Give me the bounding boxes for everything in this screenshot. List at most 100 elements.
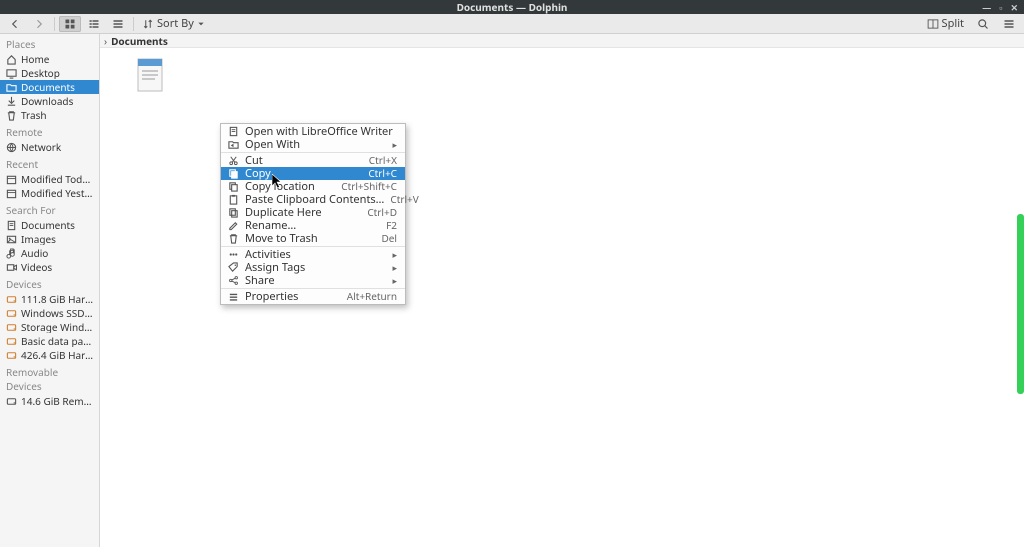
content-area: › Documents Open with LibreOffice Writer…	[100, 34, 1024, 547]
sort-by-label: Sort By	[157, 16, 194, 31]
sidebar-item-label: Downloads	[21, 95, 73, 107]
sidebar-item-label: Windows SSD storage	[21, 307, 93, 319]
menu-item-open-with[interactable]: Open With▸	[221, 138, 405, 151]
sidebar-item-windows-ssd-storage[interactable]: Windows SSD storage	[0, 306, 99, 320]
hdd-icon	[6, 294, 17, 305]
sidebar-item-111-8-gib-hard-drive[interactable]: 111.8 GiB Hard Drive	[0, 292, 99, 306]
sidebar-item-trash[interactable]: Trash	[0, 108, 99, 122]
sidebar-item-label: Storage Windows	[21, 321, 93, 333]
sidebar-item-label: Modified Yesterday	[21, 187, 93, 199]
clock-icon	[6, 188, 17, 199]
sidebar-section-places: Places	[0, 34, 99, 52]
open-icon	[227, 139, 239, 151]
doc-icon	[227, 126, 239, 138]
menu-item-label: Move to Trash	[245, 232, 375, 245]
scrollbar[interactable]	[1017, 214, 1024, 394]
sidebar-item-storage-windows[interactable]: Storage Windows	[0, 320, 99, 334]
sidebar-section-remote: Remote	[0, 122, 99, 140]
toolbar-separator	[54, 17, 55, 31]
minimize-button[interactable]: —	[980, 1, 993, 14]
submenu-arrow-icon: ▸	[392, 274, 397, 287]
network-icon	[6, 142, 17, 153]
image-icon	[6, 234, 17, 245]
icons-view-button[interactable]	[59, 16, 81, 32]
search-button[interactable]	[972, 16, 994, 32]
sidebar-item-videos[interactable]: Videos	[0, 260, 99, 274]
sidebar-item-images[interactable]: Images	[0, 232, 99, 246]
sidebar-item-documents[interactable]: Documents	[0, 80, 99, 94]
back-button[interactable]	[4, 16, 26, 32]
duplicate-icon	[227, 207, 239, 219]
sidebar-item-label: 426.4 GiB Hard Drive	[21, 349, 93, 361]
sidebar-item-network[interactable]: Network	[0, 140, 99, 154]
usb-icon	[6, 396, 17, 407]
sidebar-item-label: Basic data partition	[21, 335, 93, 347]
properties-icon	[227, 291, 239, 303]
menu-item-move-to-trash[interactable]: Move to TrashDel	[221, 232, 405, 245]
sort-by-button[interactable]: Sort By	[138, 14, 209, 33]
titlebar: Documents — Dolphin — ▫ ✕	[0, 0, 1024, 14]
sidebar-item-426-4-gib-hard-drive[interactable]: 426.4 GiB Hard Drive	[0, 348, 99, 362]
sidebar-item-downloads[interactable]: Downloads	[0, 94, 99, 108]
sidebar-item-modified-yesterday[interactable]: Modified Yesterday	[0, 186, 99, 200]
activities-icon	[227, 249, 239, 261]
breadcrumb-location[interactable]: Documents	[111, 34, 168, 48]
sidebar-item-modified-today[interactable]: Modified Today	[0, 172, 99, 186]
paste-icon	[227, 194, 239, 206]
sidebar-item-14-6-gib-removable-media[interactable]: 14.6 GiB Removable Media	[0, 394, 99, 408]
video-icon	[6, 262, 17, 273]
sidebar-item-label: Videos	[21, 261, 52, 273]
copy-icon	[227, 168, 239, 180]
sidebar-item-desktop[interactable]: Desktop	[0, 66, 99, 80]
breadcrumb-arrow: ›	[104, 34, 107, 48]
maximize-button[interactable]: ▫	[997, 1, 1004, 14]
share-icon	[227, 275, 239, 287]
close-button[interactable]: ✕	[1008, 1, 1020, 14]
forward-button[interactable]	[28, 16, 50, 32]
file-item[interactable]	[118, 58, 182, 92]
sidebar-item-label: Audio	[21, 247, 48, 259]
sidebar-item-label: Modified Today	[21, 173, 93, 185]
toolbar: Sort By Split	[0, 14, 1024, 34]
clock-icon	[6, 174, 17, 185]
sidebar-section-devices: Devices	[0, 274, 99, 292]
sidebar-item-home[interactable]: Home	[0, 52, 99, 66]
context-menu: Open with LibreOffice WriterOpen With▸Cu…	[220, 123, 406, 305]
trash-icon	[6, 110, 17, 121]
sidebar-item-label: Network	[21, 141, 61, 153]
home-icon	[6, 54, 17, 65]
sidebar-item-label: Images	[21, 233, 56, 245]
doc-icon	[6, 220, 17, 231]
sidebar-item-label: Documents	[21, 219, 75, 231]
copy-icon	[227, 181, 239, 193]
sidebar-item-basic-data-partition[interactable]: Basic data partition	[0, 334, 99, 348]
file-area[interactable]: Open with LibreOffice WriterOpen With▸Cu…	[100, 48, 1024, 547]
menu-item-share[interactable]: Share ▸	[221, 274, 405, 287]
sidebar-item-label: Home	[21, 53, 49, 65]
hdd-icon	[6, 336, 17, 347]
sidebar-item-label: Trash	[21, 109, 47, 121]
split-label: Split	[942, 16, 964, 31]
sidebar-item-label: 111.8 GiB Hard Drive	[21, 293, 93, 305]
menu-button[interactable]	[998, 16, 1020, 32]
hdd-icon	[6, 322, 17, 333]
rename-icon	[227, 220, 239, 232]
compact-view-button[interactable]	[83, 16, 105, 32]
sidebar-item-label: Documents	[21, 81, 75, 93]
sidebar-item-audio[interactable]: Audio	[0, 246, 99, 260]
audio-icon	[6, 248, 17, 259]
tag-icon	[227, 262, 239, 274]
menu-item-label: Share	[245, 274, 386, 287]
menu-item-shortcut: Alt+Return	[347, 290, 397, 303]
desktop-icon	[6, 68, 17, 79]
submenu-arrow-icon: ▸	[392, 138, 397, 151]
window-title: Documents — Dolphin	[457, 0, 568, 14]
sidebar-section-recent: Recent	[0, 154, 99, 172]
trash-icon	[227, 233, 239, 245]
details-view-button[interactable]	[107, 16, 129, 32]
menu-item-properties[interactable]: PropertiesAlt+Return	[221, 290, 405, 303]
split-button[interactable]: Split	[923, 14, 968, 33]
submenu-arrow-icon: ▸	[392, 248, 397, 261]
breadcrumb[interactable]: › Documents	[100, 34, 1024, 48]
sidebar-item-documents[interactable]: Documents	[0, 218, 99, 232]
